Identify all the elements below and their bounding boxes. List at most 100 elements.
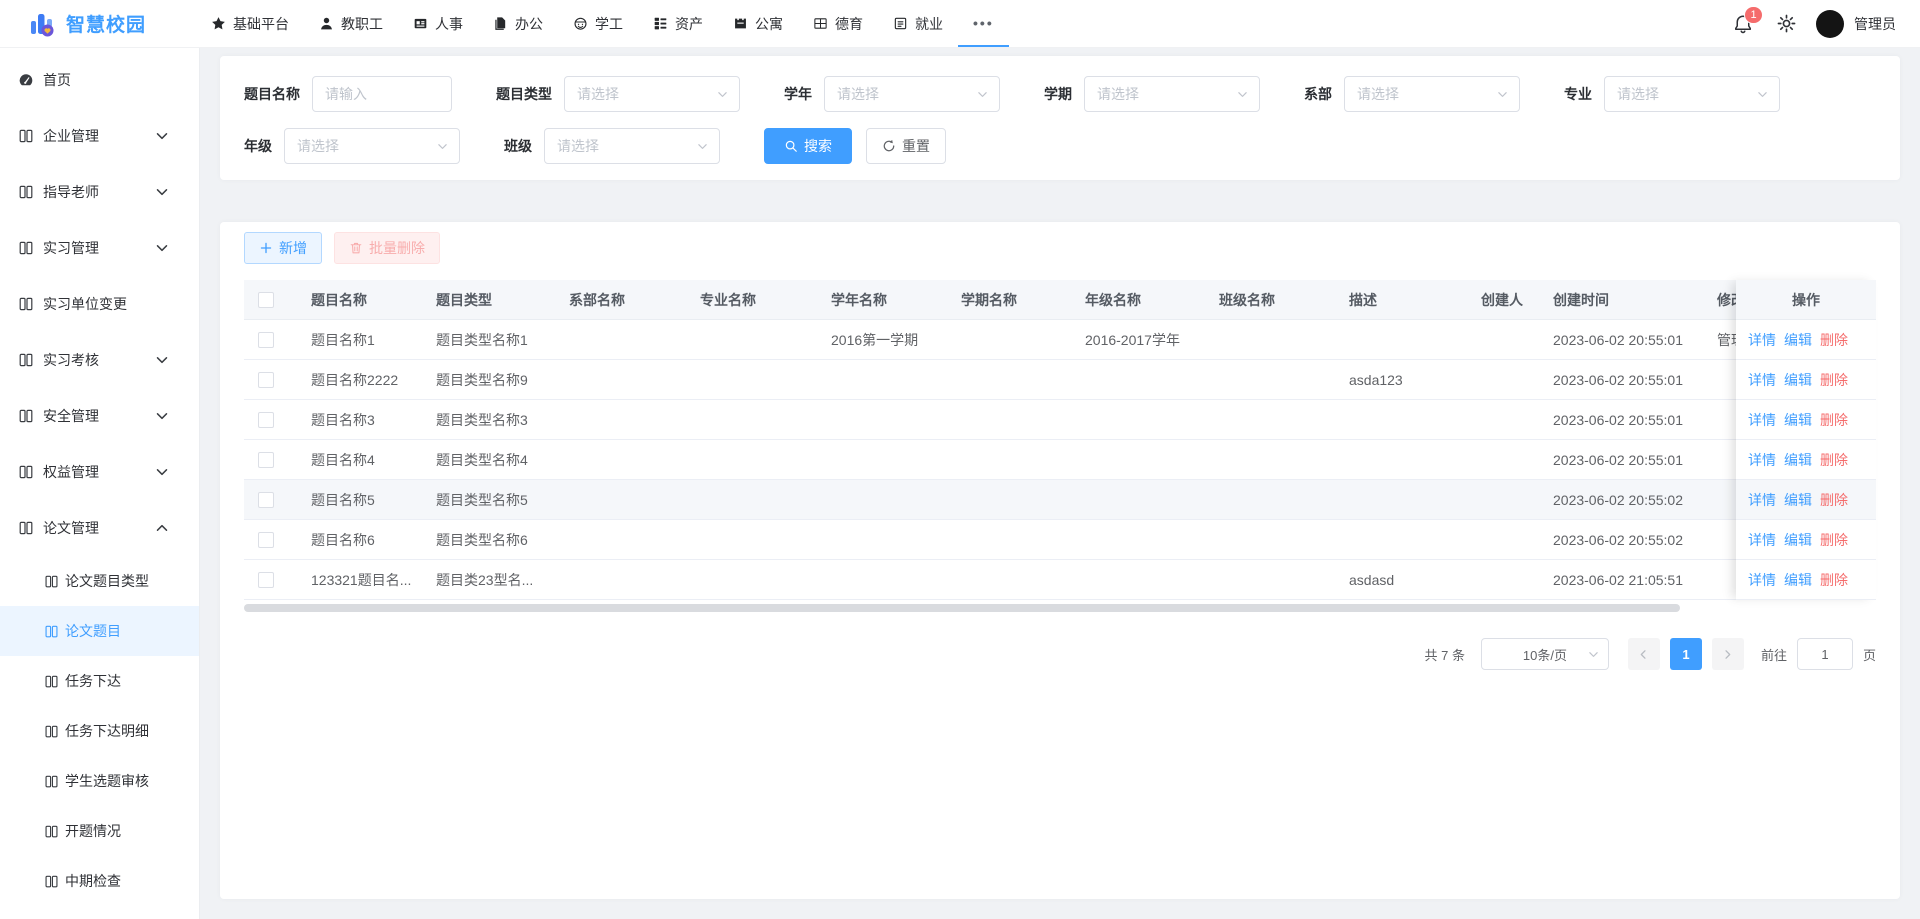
- sidebar-subitem-0[interactable]: 论文题目类型: [0, 556, 199, 606]
- notifications-button[interactable]: 1: [1733, 14, 1753, 34]
- sidebar-subitem-6[interactable]: 中期检查: [0, 856, 199, 906]
- face-icon: [573, 16, 588, 31]
- row-checkbox-cell: [244, 332, 299, 348]
- batch-delete-button[interactable]: 批量删除: [334, 232, 440, 264]
- detail-link[interactable]: 详情: [1748, 330, 1776, 350]
- horizontal-scrollbar[interactable]: [244, 604, 1876, 612]
- sidebar-subitem-3[interactable]: 任务下达明细: [0, 706, 199, 756]
- detail-link[interactable]: 详情: [1748, 370, 1776, 390]
- delete-link[interactable]: 删除: [1820, 370, 1848, 390]
- nav-item-5[interactable]: 学工: [558, 0, 638, 47]
- nav-item-3[interactable]: 人事: [398, 0, 478, 47]
- reset-button[interactable]: 重置: [866, 128, 946, 164]
- row-checkbox[interactable]: [258, 412, 274, 428]
- edit-link[interactable]: 编辑: [1784, 530, 1812, 550]
- chevron-down-icon: [154, 184, 170, 200]
- add-button[interactable]: 新增: [244, 232, 322, 264]
- delete-link[interactable]: 删除: [1820, 490, 1848, 510]
- total-count: 共 7 条: [1425, 645, 1465, 664]
- notebook-icon: [18, 184, 34, 200]
- delete-link[interactable]: 删除: [1820, 570, 1848, 590]
- settings-gear-icon[interactable]: [1777, 14, 1796, 33]
- edit-link[interactable]: 编辑: [1784, 330, 1812, 350]
- detail-link[interactable]: 详情: [1748, 530, 1776, 550]
- nav-item-4[interactable]: 办公: [478, 0, 558, 47]
- app-logo[interactable]: 智慧校园: [28, 10, 146, 38]
- goto-page-input[interactable]: [1797, 638, 1853, 670]
- filter-select-6[interactable]: 请选择: [284, 128, 460, 164]
- page-1-button[interactable]: 1: [1670, 638, 1702, 670]
- sidebar-subitem-5[interactable]: 开题情况: [0, 806, 199, 856]
- delete-link[interactable]: 删除: [1820, 330, 1848, 350]
- edit-link[interactable]: 编辑: [1784, 490, 1812, 510]
- row-actions-2: 详情编辑删除: [1736, 360, 1876, 400]
- sidebar-item-5[interactable]: 实习考核: [0, 332, 199, 388]
- filter-select-4[interactable]: 请选择: [1344, 76, 1520, 112]
- nav-item-label: 就业: [915, 14, 943, 34]
- nav-item-10[interactable]: •••: [958, 0, 1009, 47]
- next-page-button[interactable]: [1712, 638, 1744, 670]
- nav-item-1[interactable]: 基础平台: [196, 0, 304, 47]
- scrollbar-thumb[interactable]: [244, 604, 1680, 612]
- chevron-down-icon: [696, 140, 709, 153]
- filter-select-2[interactable]: 请选择: [824, 76, 1000, 112]
- filter-select-1[interactable]: 请选择: [564, 76, 740, 112]
- detail-link[interactable]: 详情: [1748, 490, 1776, 510]
- filter-select-7[interactable]: 请选择: [544, 128, 720, 164]
- page-size-select[interactable]: 10条/页: [1481, 638, 1609, 670]
- sidebar-item-7[interactable]: 权益管理: [0, 444, 199, 500]
- detail-link[interactable]: 详情: [1748, 570, 1776, 590]
- table-row-6: 题目名称6题目类型名称62023-06-02 20:55:02: [244, 520, 1876, 560]
- nav-item-2[interactable]: 教职工: [304, 0, 398, 47]
- sidebar-item-6[interactable]: 安全管理: [0, 388, 199, 444]
- filter-row-1: 题目名称题目类型请选择学年请选择学期请选择系部请选择专业请选择: [244, 76, 1880, 112]
- sidebar-subitem-label: 任务下达: [65, 671, 121, 691]
- filter-row-2: 年级请选择班级请选择 搜索 重置: [244, 128, 1880, 164]
- filter-select-5[interactable]: 请选择: [1604, 76, 1780, 112]
- sidebar-subitem-2[interactable]: 任务下达: [0, 656, 199, 706]
- edit-link[interactable]: 编辑: [1784, 370, 1812, 390]
- nav-item-label: 学工: [595, 14, 623, 34]
- detail-link[interactable]: 详情: [1748, 410, 1776, 430]
- detail-link[interactable]: 详情: [1748, 450, 1776, 470]
- sidebar-item-0[interactable]: 首页: [0, 52, 199, 108]
- nav-item-8[interactable]: 德育: [798, 0, 878, 47]
- nav-item-7[interactable]: 公寓: [718, 0, 798, 47]
- filter-field-5: 专业请选择: [1564, 76, 1780, 112]
- edit-link[interactable]: 编辑: [1784, 570, 1812, 590]
- nav-item-6[interactable]: 资产: [638, 0, 718, 47]
- filter-select-3[interactable]: 请选择: [1084, 76, 1260, 112]
- select-all-checkbox[interactable]: [258, 292, 274, 308]
- delete-link[interactable]: 删除: [1820, 410, 1848, 430]
- sidebar-item-3[interactable]: 实习管理: [0, 220, 199, 276]
- topic-name-input[interactable]: [312, 76, 452, 112]
- sidebar-item-1[interactable]: 企业管理: [0, 108, 199, 164]
- row-checkbox[interactable]: [258, 452, 274, 468]
- cell-0-1: 题目类型名称1: [424, 330, 557, 350]
- row-checkbox[interactable]: [258, 532, 274, 548]
- cell-6-8: asdasd: [1337, 572, 1469, 588]
- row-checkbox[interactable]: [258, 332, 274, 348]
- cell-3-1: 题目类型名称4: [424, 450, 557, 470]
- search-button-label: 搜索: [804, 136, 832, 156]
- sidebar-subitem-1[interactable]: 论文题目: [0, 606, 199, 656]
- sidebar-item-8[interactable]: 论文管理: [0, 500, 199, 556]
- select-placeholder: 请选择: [577, 84, 619, 104]
- filter-label: 学期: [1044, 84, 1072, 104]
- row-checkbox[interactable]: [258, 372, 274, 388]
- row-checkbox[interactable]: [258, 572, 274, 588]
- user-avatar[interactable]: [1816, 10, 1844, 38]
- delete-link[interactable]: 删除: [1820, 530, 1848, 550]
- sidebar-item-2[interactable]: 指导老师: [0, 164, 199, 220]
- nav-item-9[interactable]: 就业: [878, 0, 958, 47]
- edit-link[interactable]: 编辑: [1784, 410, 1812, 430]
- search-button[interactable]: 搜索: [764, 128, 852, 164]
- sidebar-subitem-4[interactable]: 学生选题审核: [0, 756, 199, 806]
- sidebar-item-4[interactable]: 实习单位变更: [0, 276, 199, 332]
- select-placeholder: 请选择: [837, 84, 879, 104]
- edit-link[interactable]: 编辑: [1784, 450, 1812, 470]
- chevron-down-icon: [154, 240, 170, 256]
- prev-page-button[interactable]: [1628, 638, 1660, 670]
- row-checkbox[interactable]: [258, 492, 274, 508]
- delete-link[interactable]: 删除: [1820, 450, 1848, 470]
